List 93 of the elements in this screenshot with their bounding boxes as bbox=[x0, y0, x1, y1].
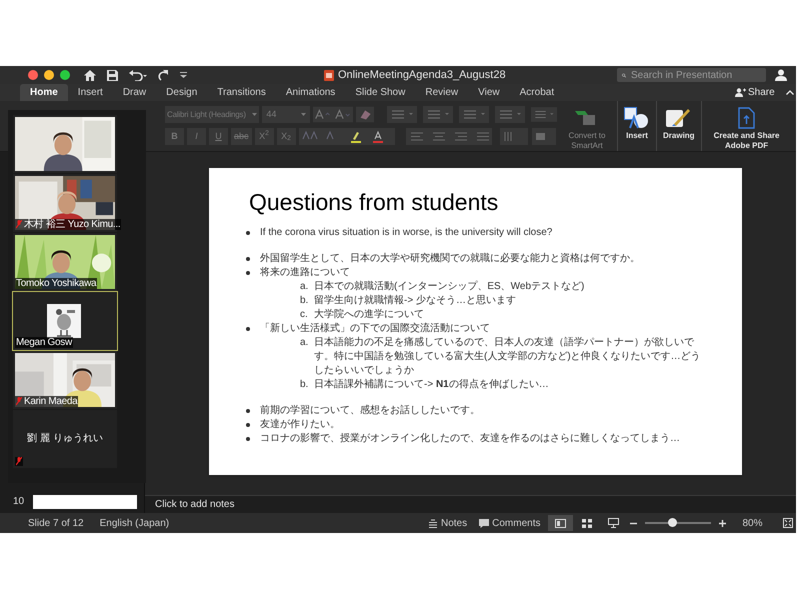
bullet-text: 前期の学習について、感想をお話ししたいです。 bbox=[260, 404, 480, 418]
ribbon-tab[interactable]: View bbox=[468, 84, 510, 101]
video-tile[interactable]: 劉 麗 りゅうれい bbox=[13, 410, 117, 468]
sub-item-text: 留学生向け就職情報-> 少なそう…と思います bbox=[314, 294, 516, 308]
user-icon[interactable] bbox=[775, 69, 787, 81]
bullet-icon bbox=[246, 327, 250, 331]
ribbon-tab[interactable]: Slide Show bbox=[345, 84, 416, 101]
participant-name: Megan Gosw bbox=[16, 337, 72, 348]
search-icon bbox=[622, 70, 626, 80]
ribbon-tab[interactable]: Acrobat bbox=[510, 84, 564, 101]
caret-icon bbox=[300, 113, 306, 116]
window-title: OnlineMeetingAgenda3_August28 bbox=[338, 68, 506, 83]
customize-icon[interactable] bbox=[180, 72, 187, 78]
font-size-icon[interactable] bbox=[312, 106, 353, 123]
fit-to-window-icon[interactable] bbox=[782, 518, 792, 528]
bullet-text: 外国留学生として、日本の大学や研究機関での就職に必要な能力と資格は何ですか。 bbox=[260, 252, 640, 266]
font-color-tools-drawing[interactable] bbox=[298, 128, 395, 145]
notes-placeholder[interactable]: Click to add notes bbox=[155, 497, 234, 512]
sub-item-text: 日本語能力の不足を痛感しているので、日本人の友達（語学パートナー）が欲しいです。特に中国語を勉強している富大生(人文学部の方など)と仲良くなりたいです…どうしたらいいでしょうか bbox=[314, 336, 702, 378]
bullet-icon bbox=[246, 423, 250, 427]
bullet-icon bbox=[246, 271, 250, 275]
bullet-icon bbox=[246, 437, 250, 441]
redo-icon[interactable] bbox=[158, 70, 169, 80]
video-tile[interactable]: Tomoko Yoshikawa bbox=[13, 233, 117, 291]
sub-item-text: 日本語課外補講について-> N1の得点を伸ばしたい… bbox=[314, 378, 549, 392]
save-icon[interactable] bbox=[107, 70, 118, 80]
normal-view-button[interactable] bbox=[548, 515, 574, 531]
comment-icon bbox=[479, 518, 490, 528]
slide-sorter-icon[interactable] bbox=[582, 518, 592, 528]
slider-thumb[interactable] bbox=[668, 518, 677, 527]
bullet-text: 「新しい生活様式」の下での国際交流活動について bbox=[260, 322, 490, 336]
video-tile[interactable]: Karin Maeda bbox=[13, 351, 117, 409]
add-person-icon bbox=[735, 88, 746, 97]
home-icon[interactable] bbox=[84, 70, 96, 80]
ribbon-tab[interactable]: Draw bbox=[112, 84, 156, 101]
ribbon-tab[interactable]: Animations bbox=[276, 84, 346, 101]
bullet-icon bbox=[246, 231, 250, 235]
search-field[interactable]: Search in Presentation bbox=[617, 68, 766, 82]
drawing-ribbon-button[interactable]: Drawing bbox=[656, 101, 701, 151]
language-label[interactable]: English (Japan) bbox=[100, 516, 170, 530]
sub-item-text: 日本での就職活動(インターンシップ、ES、Webテストなど) bbox=[314, 280, 584, 294]
caret-icon bbox=[252, 113, 258, 116]
ribbon-tab[interactable]: Home bbox=[20, 84, 68, 101]
minimize-icon[interactable] bbox=[44, 70, 54, 80]
notes-icon bbox=[428, 518, 438, 528]
ribbon-tab[interactable]: Insert bbox=[68, 84, 113, 101]
presenter-view-icon[interactable] bbox=[608, 518, 620, 528]
ribbon-tab[interactable]: Design bbox=[156, 84, 208, 101]
bullet-text: 友達が作りたい。 bbox=[260, 418, 340, 432]
undo-icon[interactable] bbox=[129, 70, 147, 80]
shapes-icon bbox=[624, 107, 650, 129]
bullet-text: コロナの影響で、授業がオンライン化したので、友達を作るのはさらに難しくなってしまう… bbox=[260, 432, 680, 446]
bullet-icon bbox=[246, 257, 250, 261]
list-marker: a. bbox=[300, 280, 310, 294]
normal-view-icon bbox=[555, 518, 566, 528]
close-icon[interactable] bbox=[28, 70, 38, 80]
clear-formatting-icon[interactable] bbox=[356, 106, 374, 123]
slide-title: Questions from students bbox=[249, 188, 500, 216]
notes-button[interactable]: Notes bbox=[428, 516, 468, 530]
participant-name: Tomoko Yoshikawa bbox=[16, 278, 96, 289]
list-marker: c. bbox=[300, 308, 309, 322]
slide-thumbnail[interactable] bbox=[33, 494, 137, 508]
insert-ribbon-button[interactable]: Insert bbox=[617, 101, 656, 151]
bullet-icon bbox=[246, 409, 250, 413]
zoom-in-icon[interactable] bbox=[719, 520, 726, 526]
drawing-icon bbox=[666, 107, 692, 129]
list-marker: b. bbox=[300, 294, 310, 308]
document-icon bbox=[324, 70, 334, 80]
pdf-ribbon-button[interactable]: Create and Share Adobe PDF bbox=[700, 101, 792, 151]
muted-mic-icon bbox=[16, 457, 22, 466]
participant-name: 劉 麗 りゅうれい bbox=[26, 432, 104, 446]
muted-mic-icon bbox=[16, 397, 22, 406]
columns-icon[interactable] bbox=[531, 106, 557, 123]
ribbon-tab[interactable]: Transitions bbox=[207, 84, 276, 101]
bullet-text: 将来の進路について bbox=[260, 266, 350, 280]
muted-mic-icon bbox=[16, 220, 22, 229]
video-tile[interactable]: Megan Gosw bbox=[13, 292, 117, 350]
comments-button[interactable]: Comments bbox=[479, 516, 540, 530]
ribbon-tab[interactable]: Review bbox=[415, 84, 468, 101]
alignment-icons-drawing[interactable] bbox=[406, 128, 556, 145]
slide-number: 10 bbox=[13, 495, 23, 509]
slide-counter: Slide 7 of 12 bbox=[28, 516, 84, 530]
collapse-ribbon-icon[interactable] bbox=[786, 90, 794, 95]
sub-item-text: 大学院への進学について bbox=[314, 308, 424, 322]
participant-name: Karin Maeda bbox=[24, 396, 78, 407]
bullet-text: If the corona virus situation is in worse, is the university will close? bbox=[260, 226, 552, 240]
zoom-level[interactable]: 80% bbox=[742, 516, 762, 530]
maximize-icon[interactable] bbox=[60, 70, 70, 80]
slide[interactable] bbox=[209, 168, 742, 475]
list-marker: b. bbox=[300, 378, 310, 392]
pdf-share-icon bbox=[736, 107, 757, 129]
list-marker: a. bbox=[300, 336, 310, 350]
share-button[interactable]: Share bbox=[735, 85, 775, 100]
